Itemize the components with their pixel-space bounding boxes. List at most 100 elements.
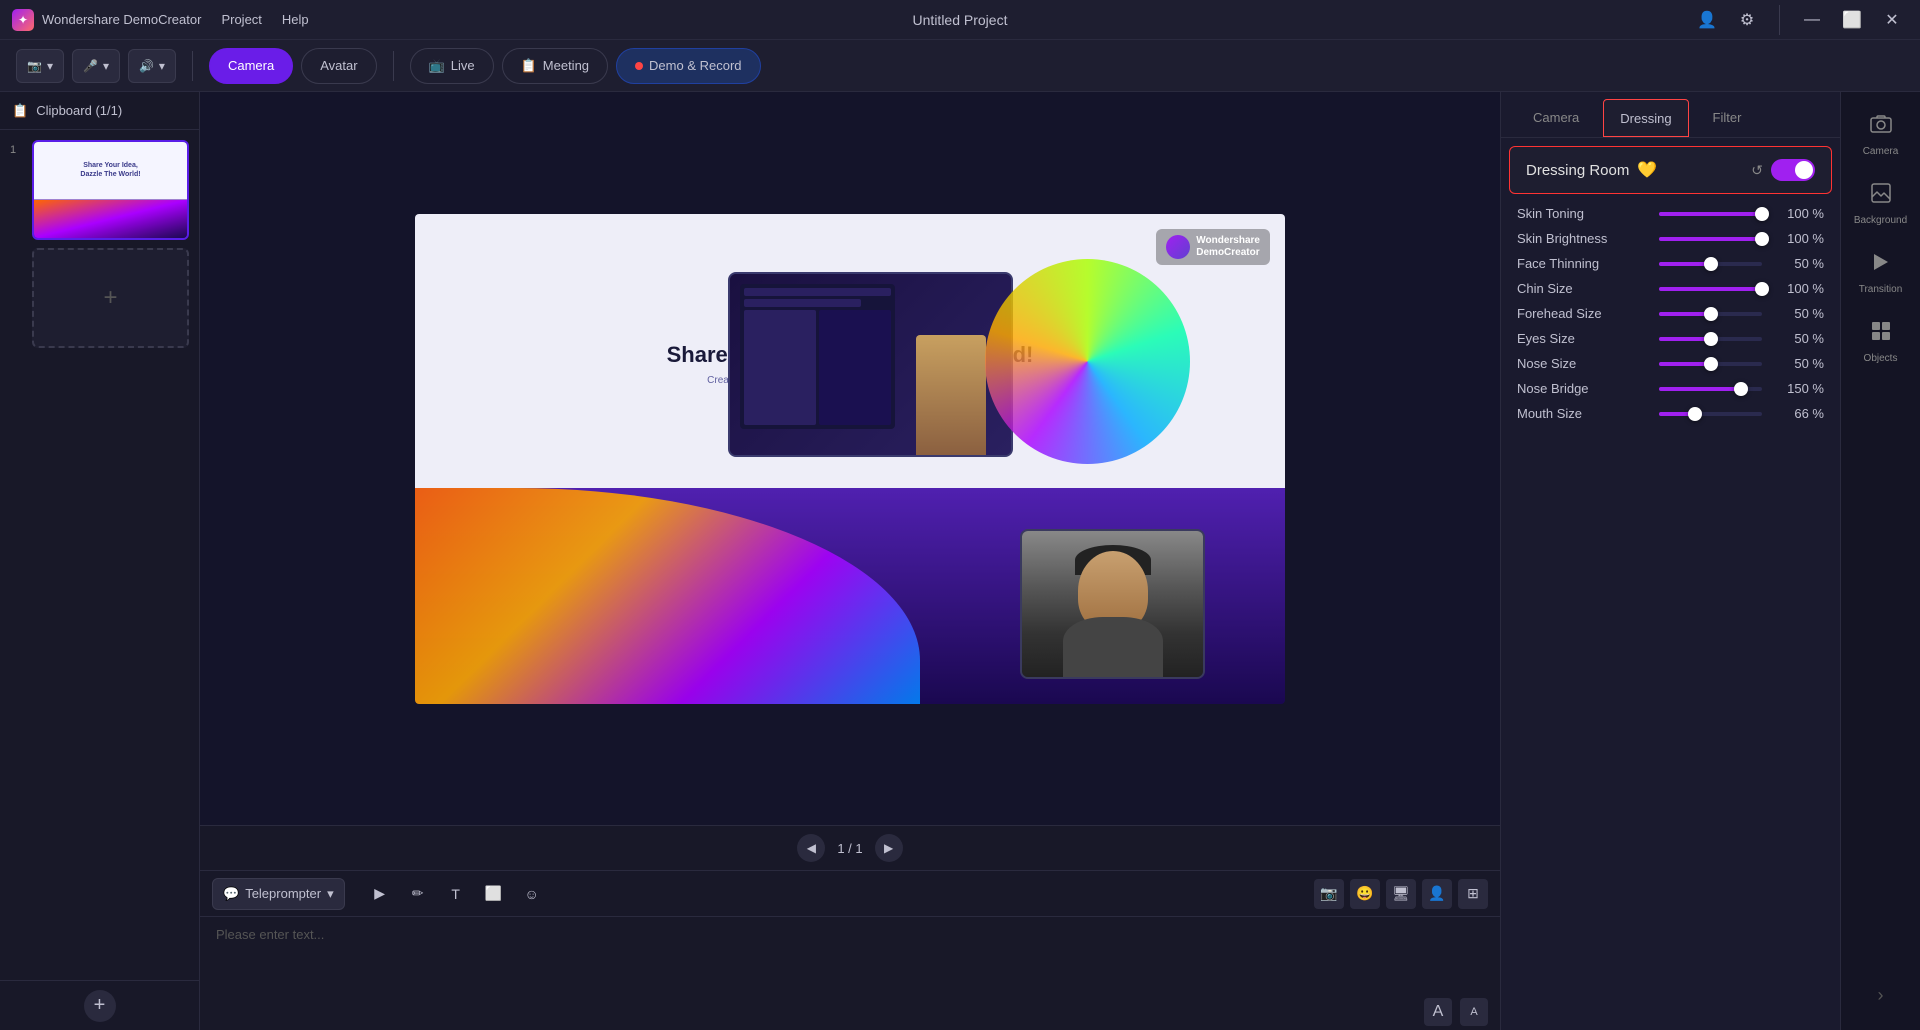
slider-thumb-skin-toning[interactable] — [1755, 207, 1769, 221]
slide-item-2[interactable]: + — [10, 248, 189, 348]
teleprompter-select[interactable]: 💬 Teleprompter ▾ — [212, 878, 345, 910]
slider-track-nose-bridge[interactable] — [1659, 387, 1762, 391]
slider-row-face-thinning: Face Thinning 50 % — [1517, 256, 1824, 271]
sidebar-item-background[interactable]: Background — [1846, 171, 1916, 236]
sidebar-item-transition[interactable]: Transition — [1846, 240, 1916, 305]
slider-row-nose-bridge: Nose Bridge 150 % — [1517, 381, 1824, 396]
tp-play-btn[interactable]: ▶ — [365, 879, 395, 909]
settings-icon-btn[interactable]: ⚙ — [1731, 4, 1763, 36]
slider-thumb-nose-size[interactable] — [1704, 357, 1718, 371]
slider-label-mouth-size: Mouth Size — [1517, 406, 1647, 421]
minimize-btn[interactable]: — — [1796, 4, 1828, 36]
slider-thumb-skin-brightness[interactable] — [1755, 232, 1769, 246]
add-slide-icon: + — [103, 284, 117, 312]
dressing-toggle[interactable] — [1771, 159, 1815, 181]
meeting-label: Meeting — [543, 58, 589, 73]
brand-text: WondershareDemoCreator — [1196, 235, 1260, 259]
dressing-room-controls: ↺ — [1751, 159, 1815, 181]
camera-tool-btn[interactable]: 📷 ▾ — [16, 49, 64, 83]
sliders-section: Skin Toning 100 % Skin Brightness 100 % — [1501, 202, 1840, 1030]
font-up-btn[interactable]: A — [1424, 998, 1452, 1026]
main-toolbar: 📷 ▾ 🎤 ▾ 🔊 ▾ Camera Avatar 📺 Live 📋 Meeti… — [0, 40, 1920, 92]
close-btn[interactable]: ✕ — [1876, 4, 1908, 36]
expand-sidebar-btn[interactable]: › — [1846, 970, 1916, 1020]
slide-list: 1 Share Your Idea,Dazzle The World! + — [0, 130, 199, 980]
slider-value-nose-size: 50 % — [1774, 356, 1824, 371]
slider-track-nose-size[interactable] — [1659, 362, 1762, 366]
right-sidebar: Camera Background Transition — [1840, 92, 1920, 1030]
prev-page-btn[interactable]: ◀ — [797, 834, 825, 862]
tp-layout-btn[interactable]: ⊞ — [1458, 879, 1488, 909]
clipboard-icon: 📋 — [12, 103, 28, 119]
slider-track-skin-toning[interactable] — [1659, 212, 1762, 216]
next-page-btn[interactable]: ▶ — [875, 834, 903, 862]
tab-camera[interactable]: Camera — [1517, 99, 1595, 137]
slider-track-mouth-size[interactable] — [1659, 412, 1762, 416]
teleprompter-label: Teleprompter — [245, 886, 321, 901]
tp-person-btn[interactable]: 👤 — [1422, 879, 1452, 909]
slider-thumb-forehead-size[interactable] — [1704, 307, 1718, 321]
tab-dressing[interactable]: Dressing — [1603, 99, 1688, 137]
teleprompter-dropdown-icon: ▾ — [327, 886, 334, 902]
mic-tool-btn[interactable]: 🎤 ▾ — [72, 49, 120, 83]
speaker-tool-btn[interactable]: 🔊 ▾ — [128, 49, 176, 83]
slider-thumb-chin-size[interactable] — [1755, 282, 1769, 296]
user-icon-btn[interactable]: 👤 — [1691, 4, 1723, 36]
slider-value-forehead-size: 50 % — [1774, 306, 1824, 321]
teleprompter-icon: 💬 — [223, 886, 239, 902]
sidebar-item-objects[interactable]: Objects — [1846, 309, 1916, 374]
live-icon: 📺 — [429, 58, 445, 74]
tp-screen-btn[interactable]: 🖥 — [1386, 879, 1416, 909]
slide-item-1[interactable]: 1 Share Your Idea,Dazzle The World! — [10, 140, 189, 240]
slider-track-forehead-size[interactable] — [1659, 312, 1762, 316]
maximize-btn[interactable]: ⬜ — [1836, 4, 1868, 36]
reset-btn[interactable]: ↺ — [1751, 162, 1763, 179]
menu-project[interactable]: Project — [221, 12, 261, 27]
slider-thumb-face-thinning[interactable] — [1704, 257, 1718, 271]
teleprompter: 💬 Teleprompter ▾ ▶ ✏ T ⬜ ☺ 📷 😀 🖥 👤 ⊞ — [200, 870, 1500, 1030]
decoration-circle — [985, 259, 1190, 464]
menu-help[interactable]: Help — [282, 12, 309, 27]
demo-record-btn[interactable]: Demo & Record — [616, 48, 760, 84]
add-slide-btn[interactable]: + — [84, 990, 116, 1022]
slide-thumb-empty-2[interactable]: + — [32, 248, 189, 348]
transition-sidebar-label: Transition — [1859, 284, 1903, 295]
tp-sticker-btn[interactable]: ☺ — [517, 879, 547, 909]
tp-cam-btn[interactable]: 📷 — [1314, 879, 1344, 909]
slider-thumb-eyes-size[interactable] — [1704, 332, 1718, 346]
main-content: 📋 Clipboard (1/1) 1 Share Your Idea,Dazz… — [0, 92, 1920, 1030]
cam-dropdown-icon: ▾ — [47, 59, 53, 73]
tp-text-btn[interactable]: T — [441, 879, 471, 909]
slider-track-chin-size[interactable] — [1659, 287, 1762, 291]
slider-row-mouth-size: Mouth Size 66 % — [1517, 406, 1824, 421]
camera-mode-btn[interactable]: Camera — [209, 48, 293, 84]
live-btn[interactable]: 📺 Live — [410, 48, 494, 84]
slider-thumb-nose-bridge[interactable] — [1734, 382, 1748, 396]
demo-record-label: Demo & Record — [649, 58, 741, 73]
background-sidebar-icon — [1869, 181, 1893, 211]
sidebar-item-camera[interactable]: Camera — [1846, 102, 1916, 167]
slider-track-face-thinning[interactable] — [1659, 262, 1762, 266]
teleprompter-content[interactable]: Please enter text... — [200, 917, 1500, 994]
mic-icon: 🎤 — [83, 59, 98, 73]
objects-sidebar-label: Objects — [1864, 353, 1898, 364]
slider-track-skin-brightness[interactable] — [1659, 237, 1762, 241]
tab-filter[interactable]: Filter — [1697, 99, 1758, 137]
page-info: 1 / 1 — [837, 841, 862, 856]
slider-row-chin-size: Chin Size 100 % — [1517, 281, 1824, 296]
tp-face-btn[interactable]: 😀 — [1350, 879, 1380, 909]
slider-thumb-mouth-size[interactable] — [1688, 407, 1702, 421]
avatar-mode-btn[interactable]: Avatar — [301, 48, 376, 84]
speaker-tool-group: 🔊 ▾ — [128, 49, 176, 83]
tp-shape-btn[interactable]: ⬜ — [479, 879, 509, 909]
dressing-content: Camera Dressing Filter Dressing Room 💛 ↺ — [1501, 92, 1840, 1030]
font-down-btn[interactable]: A — [1460, 998, 1488, 1026]
dressing-tabs: Camera Dressing Filter — [1501, 92, 1840, 138]
camera-sidebar-icon — [1869, 112, 1893, 142]
slider-track-eyes-size[interactable] — [1659, 337, 1762, 341]
meeting-btn[interactable]: 📋 Meeting — [502, 48, 608, 84]
slide-thumb-1[interactable]: Share Your Idea,Dazzle The World! — [32, 140, 189, 240]
window-controls: 👤 ⚙ — ⬜ ✕ — [1691, 4, 1908, 36]
teleprompter-tools: ▶ ✏ T ⬜ ☺ — [365, 879, 547, 909]
tp-pen-btn[interactable]: ✏ — [403, 879, 433, 909]
